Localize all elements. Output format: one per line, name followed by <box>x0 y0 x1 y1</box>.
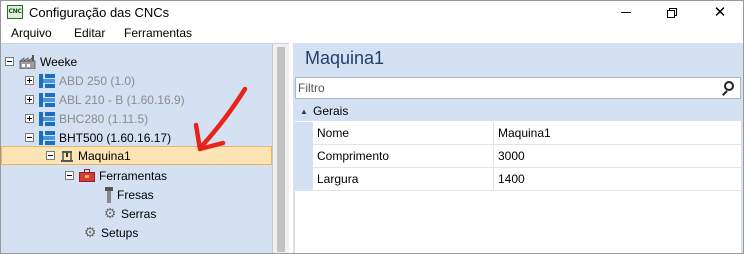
property-name: Nome <box>313 122 494 145</box>
property-row[interactable]: Comprimento 3000 <box>295 145 741 168</box>
tree-node-label: Serras <box>121 206 157 221</box>
property-grid: ▲ Gerais Nome Maquina1 Comprimento 3000 … <box>295 101 741 253</box>
machine-icon <box>61 150 73 162</box>
menu-arquivo[interactable]: Arquivo <box>11 26 52 40</box>
close-button[interactable]: ✕ <box>705 1 735 23</box>
tree-node-setups[interactable]: ⚙ Setups <box>83 223 139 242</box>
tree-node-label: ABL 210 - B (1.60.16.9) <box>59 92 185 107</box>
gear-icon: ⚙ <box>83 224 97 241</box>
menu-editar[interactable]: Editar <box>74 26 105 40</box>
cnc-machine-icon <box>39 92 55 107</box>
tree-node-label: BHT500 (1.60.16.17) <box>59 130 172 145</box>
tree-node-label: Ferramentas <box>99 168 168 183</box>
cnc-machine-icon <box>39 111 55 126</box>
chevron-up-icon[interactable]: ▲ <box>295 107 313 116</box>
app-icon: CNC <box>7 5 23 19</box>
property-value[interactable]: Maquina1 <box>494 122 741 145</box>
panel-title: Maquina1 <box>305 48 385 68</box>
main-window: CNC Configuração das CNCs ✕ Arquivo Edit… <box>0 0 744 254</box>
tree-node-machine[interactable]: ABL 210 - B (1.60.16.9) <box>25 90 185 109</box>
tree-node-label: Fresas <box>117 187 154 202</box>
window-title: Configuração das CNCs <box>29 5 170 20</box>
expand-toggle[interactable] <box>25 76 34 85</box>
search-icon[interactable] <box>720 80 736 96</box>
category-gerais[interactable]: ▲ Gerais <box>295 101 741 121</box>
drill-bit-icon <box>105 186 113 203</box>
property-value[interactable]: 1400 <box>494 168 741 191</box>
toolbox-icon <box>79 169 95 182</box>
tree-node-root[interactable]: Weeke <box>5 52 77 71</box>
tree-node-label: BHC280 (1.11.5) <box>59 111 149 126</box>
tree-node-serras[interactable]: ⚙ Serras <box>103 204 157 223</box>
cnc-machine-icon <box>39 73 55 88</box>
title-bar: CNC Configuração das CNCs ✕ <box>1 1 743 23</box>
tree-node-machine[interactable]: BHT500 (1.60.16.17) <box>25 128 171 147</box>
tree-node-label: Setups <box>101 225 139 240</box>
collapse-toggle[interactable] <box>25 133 34 142</box>
tree-node-label: Maquina1 <box>78 148 131 163</box>
saw-blade-icon: ⚙ <box>103 205 117 222</box>
factory-icon <box>19 54 36 69</box>
collapse-toggle[interactable] <box>65 171 74 180</box>
tree-node-machine[interactable]: ABD 250 (1.0) <box>25 71 135 90</box>
properties-panel: Maquina1 ▲ Gerais Nome Maquina1 Comprime… <box>293 43 743 253</box>
tree-node-label: Weeke <box>40 54 78 69</box>
tree-node-label: ABD 250 (1.0) <box>59 73 136 88</box>
red-arrow-annotation <box>193 86 248 152</box>
menu-ferramentas[interactable]: Ferramentas <box>124 26 192 40</box>
scrollbar-thumb[interactable] <box>277 47 285 252</box>
property-row[interactable]: Largura 1400 <box>295 168 741 191</box>
property-name: Comprimento <box>313 145 494 168</box>
expand-toggle[interactable] <box>25 95 34 104</box>
property-name: Largura <box>313 168 494 191</box>
tree-node-fresas[interactable]: Fresas <box>105 185 154 204</box>
collapse-toggle[interactable] <box>5 57 14 66</box>
minimize-button[interactable] <box>611 1 641 23</box>
property-row[interactable]: Nome Maquina1 <box>295 122 741 145</box>
cnc-machine-icon <box>39 130 55 145</box>
collapse-toggle[interactable] <box>46 151 55 160</box>
menu-bar: Arquivo Editar Ferramentas <box>1 23 743 43</box>
filter-input[interactable] <box>298 79 698 97</box>
category-label: Gerais <box>313 104 349 118</box>
tree-node-machine[interactable]: BHC280 (1.11.5) <box>25 109 148 128</box>
property-value[interactable]: 3000 <box>494 145 741 168</box>
filter-box <box>295 77 741 99</box>
maximize-button[interactable] <box>657 1 687 23</box>
tree-node-tools[interactable]: Ferramentas <box>65 166 167 185</box>
tree-scrollbar[interactable] <box>272 44 289 253</box>
expand-toggle[interactable] <box>25 114 34 123</box>
